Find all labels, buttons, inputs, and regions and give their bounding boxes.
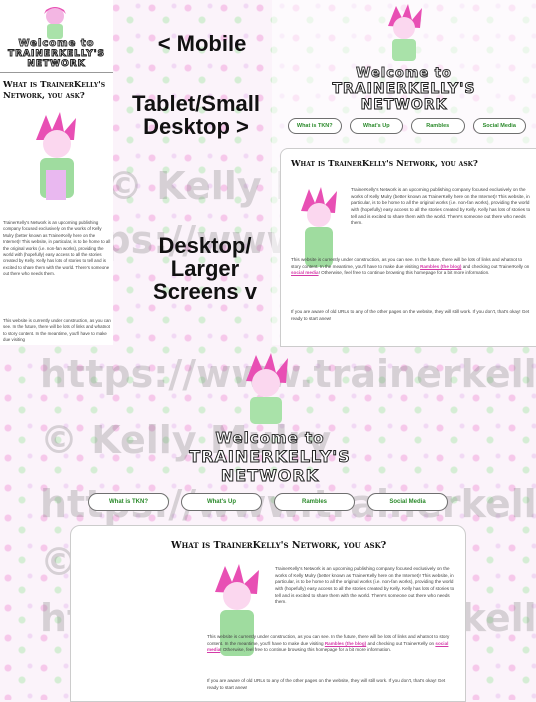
site-logo: Welcome to TRAINERKELLY'S NETWORK — [332, 66, 476, 114]
site-logo: Welcome to TRAINERKELLY'S NETWORK — [189, 429, 351, 486]
mobile-label: < Mobile — [157, 31, 247, 56]
nav-rambles[interactable]: Rambles — [274, 493, 355, 511]
desktop-label: Desktop/ Larger Screens v — [153, 233, 257, 305]
nav-whats-up[interactable]: What's Up — [349, 118, 403, 134]
tablet-preview: Welcome to TRAINERKELLY'S NETWORK What i… — [272, 0, 536, 347]
nav-social-media[interactable]: Social Media — [472, 118, 526, 134]
rambles-link[interactable]: Rambles (the blog) — [420, 264, 461, 269]
site-logo: Welcome to TRAINERKELLY'S NETWORK — [8, 38, 105, 70]
content-card: What is TrainerKelly's Network, you ask?… — [280, 148, 536, 347]
rambles-link[interactable]: Rambles (the blog) — [325, 641, 366, 646]
construction-paragraph: This website is currently under construc… — [3, 318, 111, 343]
main-nav: What is TKN? What's Up Rambles Social Me… — [288, 118, 526, 134]
social-media-link[interactable]: social media — [291, 270, 319, 275]
content-card: What is TrainerKelly's Network, you ask?… — [70, 525, 466, 702]
main-nav: What is TKN? What's Up Rambles Social Me… — [88, 493, 448, 511]
page-heading: What is TrainerKelly's Network, you ask? — [291, 159, 478, 169]
page-heading: What is TrainerKelly's Network, you ask? — [171, 540, 387, 551]
nav-what-is-tkn[interactable]: What is TKN? — [88, 493, 169, 511]
page-heading: What is TrainerKelly's Network, you ask? — [3, 80, 106, 101]
old-urls-paragraph: If you are aware of old URLs to any of t… — [291, 309, 530, 321]
divider — [0, 72, 113, 73]
tablet-label: Tablet/Small Desktop > — [132, 91, 260, 140]
nav-social-media[interactable]: Social Media — [367, 493, 448, 511]
desktop-preview: Welcome to TRAINERKELLY'S NETWORK What i… — [0, 345, 536, 702]
character-avatar — [246, 353, 288, 424]
intro-paragraph: TrainerKelly's Network is an upcoming pu… — [3, 220, 111, 276]
nav-what-is-tkn[interactable]: What is TKN? — [288, 118, 342, 134]
nav-rambles[interactable]: Rambles — [411, 118, 465, 134]
old-urls-paragraph: If you are aware of old URLs to any of t… — [207, 678, 446, 690]
intro-paragraph: TrainerKelly's Network is an upcoming pu… — [275, 566, 455, 605]
intro-paragraph: TrainerKelly's Network is an upcoming pu… — [351, 187, 531, 226]
construction-paragraph: This website is currently under construc… — [207, 634, 450, 653]
character-avatar — [44, 7, 66, 39]
nav-whats-up[interactable]: What's Up — [181, 493, 262, 511]
character-illustration — [36, 112, 76, 200]
mobile-preview: Welcome to TRAINERKELLY'S NETWORK What i… — [0, 0, 113, 345]
construction-paragraph: This website is currently under construc… — [291, 257, 530, 276]
character-avatar — [388, 4, 422, 61]
